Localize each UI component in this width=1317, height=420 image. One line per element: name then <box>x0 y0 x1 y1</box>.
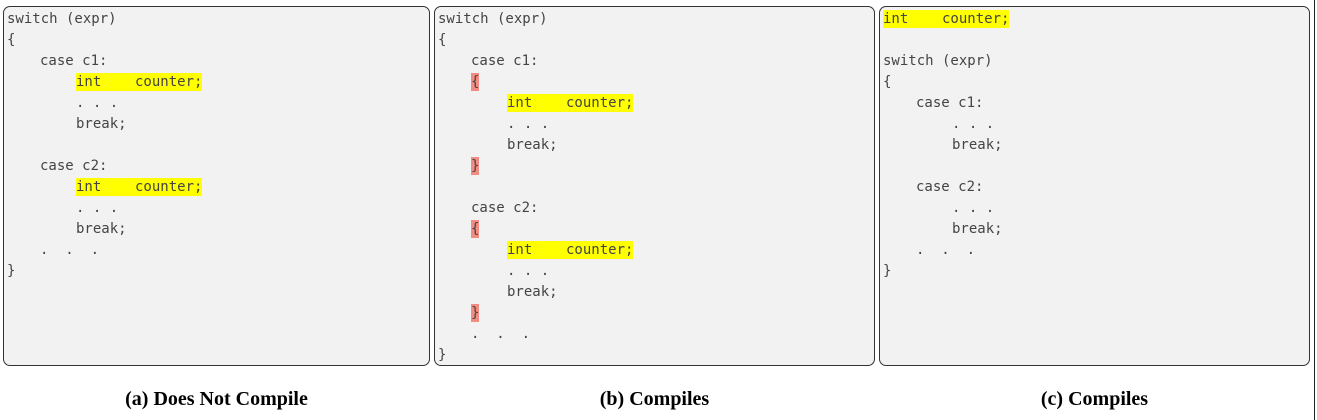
counter-declaration: int counter; <box>76 178 203 196</box>
scope-brace: } <box>471 304 480 322</box>
code-text: . . . <box>471 326 531 342</box>
code-line: } <box>471 303 480 324</box>
code-text: { <box>438 32 447 48</box>
caption-b: (b) Compiles <box>599 388 710 410</box>
code-line: break; <box>76 219 127 240</box>
code-text: case c2: <box>40 158 108 174</box>
code-text: break; <box>952 137 1003 153</box>
code-line: case c1: <box>471 51 538 72</box>
code-line: . . . <box>507 114 549 135</box>
code-line: . . . <box>471 324 530 345</box>
code-line: { <box>438 30 446 51</box>
code-line: { <box>471 72 480 93</box>
code-text: break; <box>76 116 127 132</box>
code-line: case c2: <box>40 156 107 177</box>
code-text: switch (expr) <box>438 11 548 27</box>
code-line: . . . <box>76 198 118 219</box>
page-edge-divider <box>1314 0 1315 420</box>
code-text: . . . <box>76 95 119 111</box>
code-line: { <box>7 30 15 51</box>
code-text: case c1: <box>916 95 984 111</box>
code-line: . . . <box>952 198 994 219</box>
counter-declaration: int counter; <box>507 94 634 112</box>
code-line: . . . <box>952 114 994 135</box>
code-text: . . . <box>507 116 550 132</box>
caption-a: (a) Does Not Compile <box>125 388 308 410</box>
code-line: . . . <box>76 93 118 114</box>
code-text: case c1: <box>40 53 108 69</box>
code-line: . . . <box>916 240 975 261</box>
code-line: { <box>471 219 480 240</box>
code-text: } <box>7 263 16 279</box>
code-line: switch (expr) <box>438 9 548 30</box>
code-line: case c2: <box>471 198 538 219</box>
code-line: int counter; <box>76 177 203 198</box>
code-text: case c2: <box>916 179 984 195</box>
scope-brace: { <box>471 220 480 238</box>
code-line: case c1: <box>40 51 107 72</box>
code-line: . . . <box>40 240 99 261</box>
counter-declaration: int counter; <box>76 73 203 91</box>
code-line: { <box>883 72 891 93</box>
code-text: break; <box>952 221 1003 237</box>
code-text: . . . <box>916 242 976 258</box>
code-text: case c2: <box>471 200 539 216</box>
code-line: case c2: <box>916 177 983 198</box>
code-text: } <box>438 347 447 363</box>
code-panel-a: switch (expr) { case c1: int counter; . . . b… <box>3 6 430 366</box>
code-text: break; <box>76 221 127 237</box>
code-line: } <box>471 156 480 177</box>
scope-brace: { <box>471 73 480 91</box>
scope-brace: } <box>471 157 480 175</box>
code-line: . . . <box>507 261 549 282</box>
code-panel-c: int counter; switch (expr) { case c1: . . . b… <box>879 6 1310 366</box>
code-line: case c1: <box>916 93 983 114</box>
code-line: int counter; <box>76 72 203 93</box>
code-line: int counter; <box>883 9 1010 30</box>
code-line: break; <box>952 135 1003 156</box>
code-line: break; <box>952 219 1003 240</box>
code-text: . . . <box>952 200 995 216</box>
code-line: int counter; <box>507 93 634 114</box>
code-text: . . . <box>952 116 995 132</box>
code-panel-b: switch (expr) { case c1: { int counter; . . .… <box>434 6 875 366</box>
code-line: switch (expr) <box>883 51 993 72</box>
code-text: } <box>883 263 892 279</box>
code-line: break; <box>76 114 127 135</box>
code-line: break; <box>507 282 558 303</box>
counter-declaration: int counter; <box>507 241 634 259</box>
code-text: switch (expr) <box>7 11 117 27</box>
counter-declaration: int counter; <box>883 10 1010 28</box>
code-text: { <box>7 32 16 48</box>
code-text: . . . <box>507 263 550 279</box>
code-text: . . . <box>40 242 100 258</box>
code-text: break; <box>507 284 558 300</box>
code-text: { <box>883 74 892 90</box>
code-line: } <box>438 345 447 365</box>
code-line: break; <box>507 135 558 156</box>
code-text: break; <box>507 137 558 153</box>
code-text: . . . <box>76 200 119 216</box>
code-line: } <box>883 261 891 282</box>
caption-c: (c) Compiles <box>1040 388 1149 410</box>
code-line: } <box>7 261 15 282</box>
code-text: switch (expr) <box>883 53 993 69</box>
code-text: case c1: <box>471 53 539 69</box>
code-line: int counter; <box>507 240 634 261</box>
code-line: switch (expr) <box>7 9 117 30</box>
